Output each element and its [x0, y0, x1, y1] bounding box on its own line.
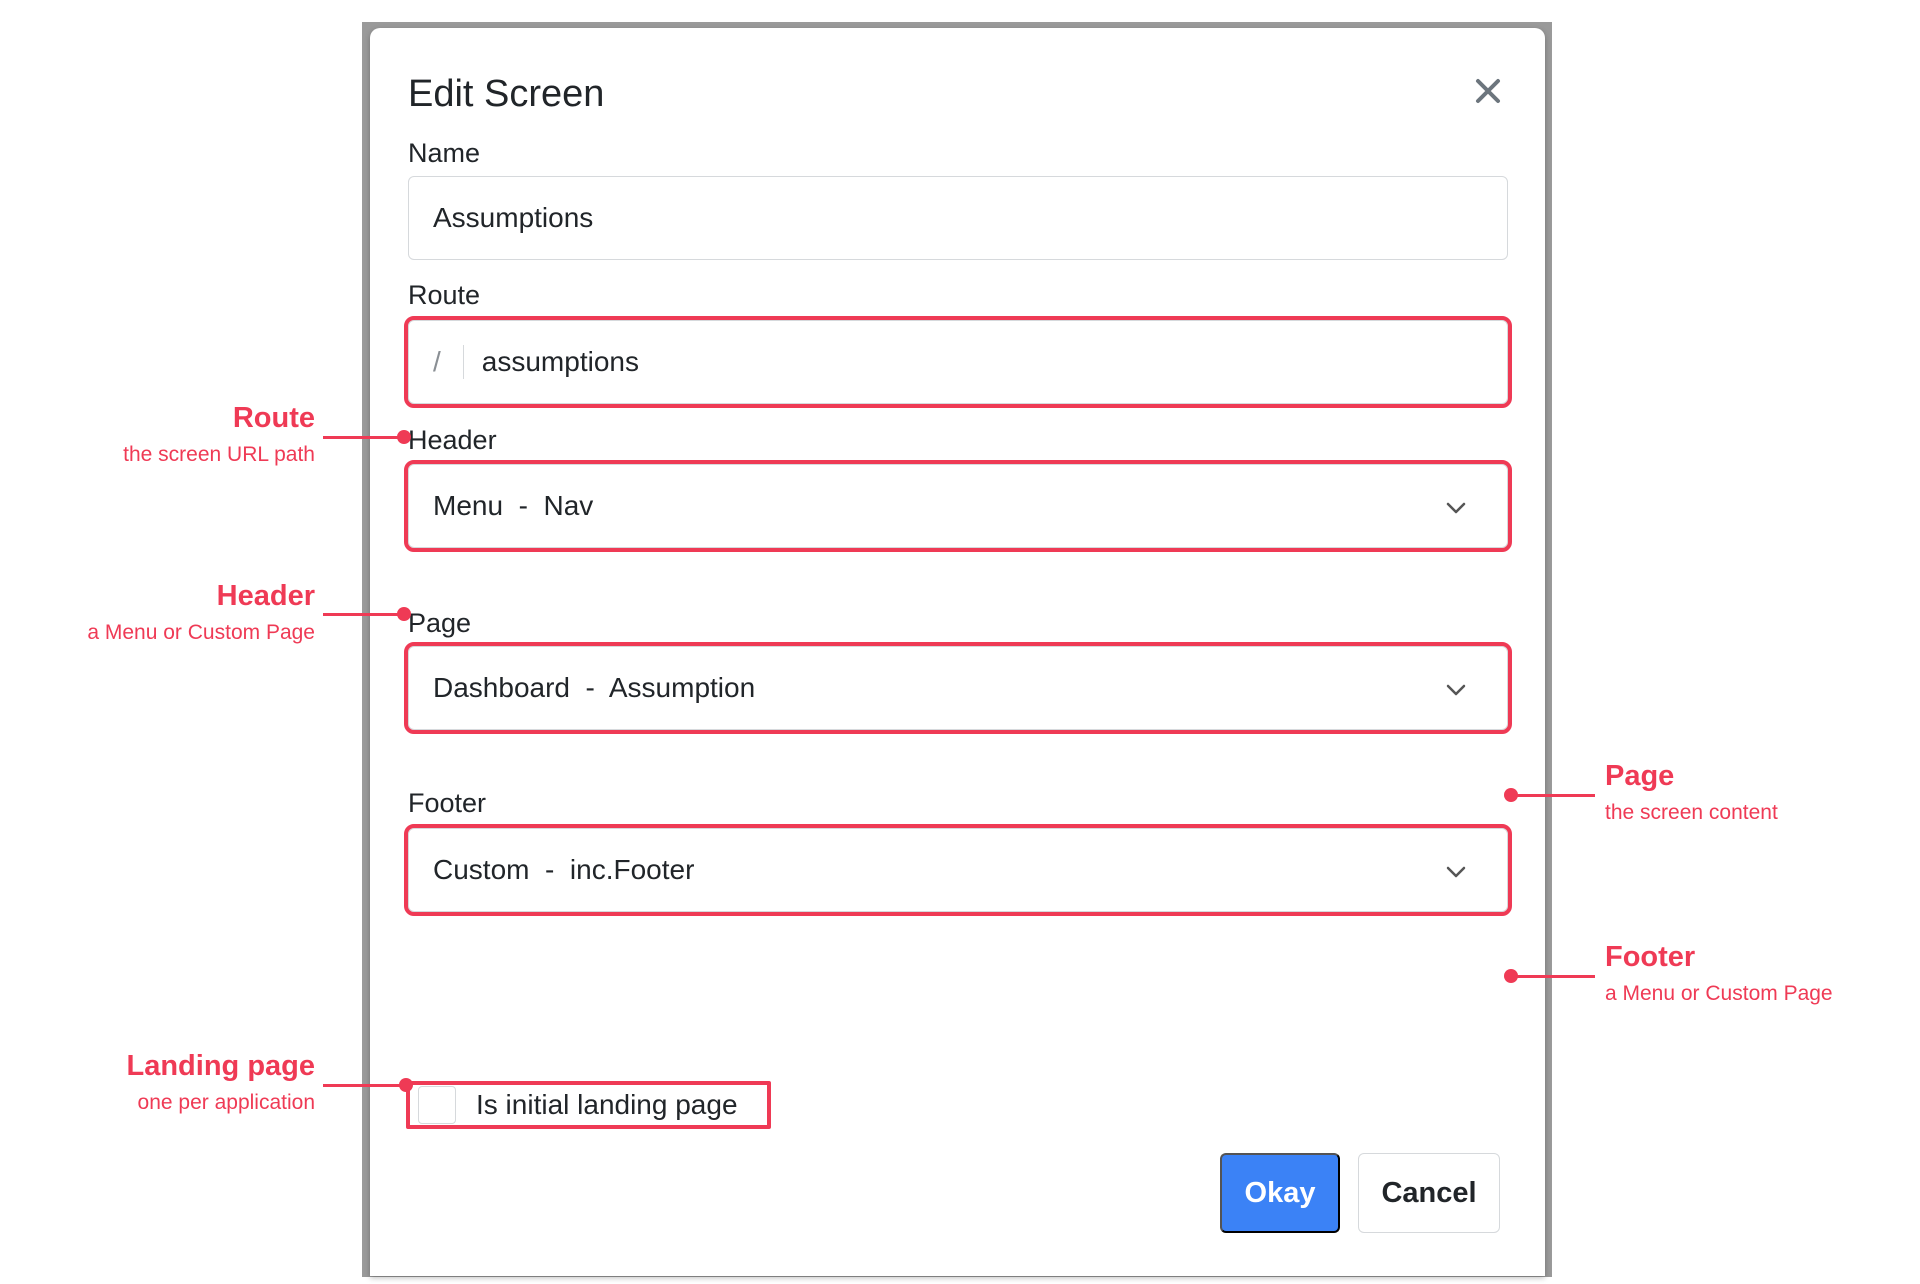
landing-page-checkbox[interactable] — [418, 1086, 456, 1124]
page-value: Dashboard - Assumption — [433, 672, 756, 703]
edit-screen-dialog: Edit Screen Name Assumptions Route / ass… — [370, 28, 1545, 1276]
landing-annotation: Landing page one per application — [127, 1050, 316, 1115]
page-connector — [1510, 794, 1595, 797]
route-prefix: / — [433, 346, 441, 377]
route-label: Route — [408, 280, 481, 310]
footer-label: Footer — [408, 788, 487, 818]
header-annotation: Header a Menu or Custom Page — [87, 580, 315, 645]
footer-select[interactable]: Custom - inc.Footer — [404, 824, 1512, 916]
chevron-down-icon — [1446, 502, 1466, 514]
footer-value: Custom - inc.Footer — [433, 854, 695, 885]
header-select[interactable]: Menu - Nav — [404, 460, 1512, 552]
footer-annotation: Footer a Menu or Custom Page — [1605, 941, 1833, 1006]
footer-connector-dot — [1504, 969, 1518, 983]
header-annotation-title: Header — [216, 580, 315, 612]
cancel-button[interactable]: Cancel — [1358, 1153, 1500, 1233]
landing-connector — [323, 1084, 405, 1087]
route-connector — [323, 436, 403, 439]
landing-connector-dot — [399, 1078, 413, 1092]
route-annotation-title: Route — [232, 402, 315, 434]
route-input[interactable]: / assumptions — [404, 316, 1512, 408]
route-annotation: Route the screen URL path — [123, 402, 315, 467]
okay-button[interactable]: Okay — [1220, 1153, 1340, 1233]
route-value: assumptions — [481, 346, 639, 377]
route-separator — [462, 345, 464, 379]
landing-annotation-title: Landing page — [126, 1050, 316, 1082]
page-label: Page — [408, 608, 472, 638]
footer-annotation-title: Footer — [1605, 941, 1696, 973]
chevron-down-icon — [1446, 866, 1466, 878]
header-label: Header — [408, 425, 497, 455]
route-connector-dot — [397, 430, 411, 444]
header-connector — [323, 613, 403, 616]
landing-annotation-subtitle: one per application — [137, 1091, 315, 1114]
name-input[interactable]: Assumptions — [408, 176, 1508, 260]
header-annotation-subtitle: a Menu or Custom Page — [87, 621, 315, 644]
footer-connector — [1510, 975, 1595, 978]
name-value: Assumptions — [433, 202, 594, 233]
close-button[interactable] — [1465, 68, 1511, 114]
name-label: Name — [408, 138, 481, 168]
header-value: Menu - Nav — [433, 490, 594, 521]
page-select[interactable]: Dashboard - Assumption — [404, 642, 1512, 734]
chevron-down-icon — [1446, 684, 1466, 696]
landing-page-label: Is initial landing page — [476, 1089, 738, 1120]
header-connector-dot — [397, 607, 411, 621]
dialog-title: Edit Screen — [408, 73, 605, 115]
close-icon — [1476, 79, 1500, 103]
page-connector-dot — [1504, 788, 1518, 802]
page-annotation-subtitle: the screen content — [1605, 801, 1778, 824]
page-annotation: Page the screen content — [1605, 760, 1778, 825]
footer-annotation-subtitle: a Menu or Custom Page — [1605, 982, 1833, 1005]
route-annotation-subtitle: the screen URL path — [123, 443, 315, 466]
landing-page-row: Is initial landing page — [406, 1081, 771, 1129]
page-annotation-title: Page — [1605, 760, 1675, 792]
